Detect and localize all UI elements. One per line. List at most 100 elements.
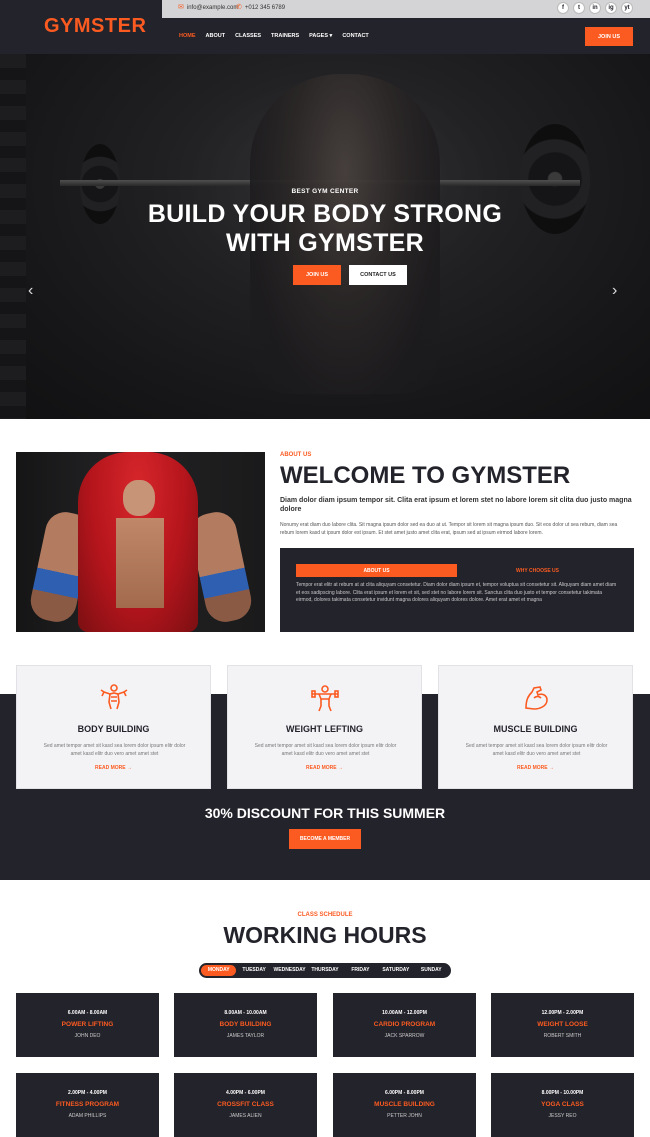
class-name[interactable]: BODY BUILDING <box>174 1021 317 1028</box>
service-description: Sed amet tempor amet sit kasd sea lorem … <box>465 743 608 757</box>
nav-classes[interactable]: CLASSES <box>235 33 261 39</box>
become-member-button[interactable]: BECOME A MEMBER <box>289 829 361 849</box>
youtube-icon[interactable]: yt <box>621 2 633 14</box>
service-card-body-building: BODY BUILDING Sed amet tempor amet sit k… <box>16 665 211 789</box>
about-image <box>16 452 265 632</box>
class-name[interactable]: FITNESS PROGRAM <box>16 1101 159 1108</box>
class-name[interactable]: POWER LIFTING <box>16 1021 159 1028</box>
email-text: info@example.com <box>186 4 239 11</box>
class-name[interactable]: MUSCLE BUILDING <box>333 1101 476 1108</box>
top-info-bar: ✉ info@example.com ✆ +012 345 6789 f t i… <box>162 0 650 18</box>
class-time: 8.00AM - 10.00AM <box>224 1010 267 1016</box>
class-card: 2.00PM - 4.00PM FITNESS PROGRAM ADAM PHI… <box>16 1073 159 1137</box>
phone-icon: ✆ <box>236 4 242 11</box>
hero-title-line1: BUILD YOUR BODY STRONG <box>147 200 503 228</box>
hero-title-line2: WITH GYMSTER <box>225 229 425 257</box>
logo-area: GYMSTER <box>0 0 162 54</box>
tab-monday[interactable]: MONDAY <box>201 965 237 976</box>
day-tabs: MONDAY TUESDAY WEDNESDAY THURSDAY FRIDAY… <box>199 963 451 978</box>
class-time: 2.00PM - 4.00PM <box>68 1090 107 1096</box>
class-card: 4.00PM - 6.00PM CROSSFIT CLASS JAMES ALI… <box>174 1073 317 1137</box>
class-time: 6.00AM - 8.00AM <box>67 1010 108 1016</box>
nav-pages-dropdown[interactable]: PAGES ▾ <box>309 33 332 39</box>
tab-saturday[interactable]: SATURDAY <box>378 965 413 976</box>
hero-carousel: ‹ › BEST GYM CENTER BUILD YOUR BODY STRO… <box>0 54 650 419</box>
class-time: 6.00PM - 8.00PM <box>385 1090 424 1096</box>
class-trainer: JAMES TAYLOR <box>226 1033 265 1039</box>
tab-wednesday[interactable]: WEDNESDAY <box>272 965 307 976</box>
about-tabs-panel: ABOUT US WHY CHOOSE US Tempor erat elitr… <box>280 548 634 632</box>
weight-lifting-icon <box>228 682 421 719</box>
tab-friday[interactable]: FRIDAY <box>343 965 378 976</box>
read-more-link[interactable]: READ MORE → <box>228 765 421 771</box>
envelope-icon: ✉ <box>178 4 184 11</box>
class-name[interactable]: CARDIO PROGRAM <box>333 1021 476 1028</box>
class-card: 6.00PM - 8.00PM MUSCLE BUILDING PETTER J… <box>333 1073 476 1137</box>
nav-home[interactable]: HOME <box>179 33 196 39</box>
class-time: 8.00PM - 10.00PM <box>541 1090 584 1096</box>
service-card-weight-lifting: WEIGHT LEFTING Sed amet tempor amet sit … <box>227 665 422 789</box>
service-description: Sed amet tempor amet sit kasd sea lorem … <box>254 743 397 757</box>
service-title: MUSCLE BUILDING <box>493 724 578 734</box>
class-trainer: ADAM PHILLIPS <box>68 1113 107 1119</box>
about-label: ABOUT US <box>280 452 312 458</box>
class-time: 4.00PM - 6.00PM <box>226 1090 265 1096</box>
instagram-icon[interactable]: ig <box>605 2 617 14</box>
hero-title: BUILD YOUR BODY STRONG WITH GYMSTER <box>0 200 650 258</box>
schedule-title: WORKING HOURS <box>223 922 427 948</box>
class-card: 8.00AM - 10.00AM BODY BUILDING JAMES TAY… <box>174 993 317 1057</box>
schedule-label: CLASS SCHEDULE <box>297 912 353 918</box>
tab-content-text: Tempor erat elitr at rebum at at clita a… <box>296 582 617 603</box>
about-title: WELCOME TO GYMSTER <box>280 462 571 489</box>
email-info[interactable]: ✉ info@example.com <box>178 4 238 11</box>
carousel-prev-icon[interactable]: ‹ <box>28 282 33 300</box>
class-trainer: PETTER JOHN <box>387 1113 422 1119</box>
class-trainer: JAMES ALIEN <box>229 1113 262 1119</box>
class-name[interactable]: YOGA CLASS <box>491 1101 634 1108</box>
service-title: BODY BUILDING <box>77 724 150 734</box>
tab-why-choose-us[interactable]: WHY CHOOSE US <box>457 564 618 577</box>
twitter-icon[interactable]: t <box>573 2 585 14</box>
body-building-icon <box>17 682 210 719</box>
tab-thursday[interactable]: THURSDAY <box>307 965 342 976</box>
social-links: f t in ig yt <box>557 2 633 14</box>
read-more-link[interactable]: READ MORE → <box>439 765 632 771</box>
class-time: 10.00AM - 12.00PM <box>382 1010 427 1016</box>
hero-join-button[interactable]: JOIN US <box>293 265 341 285</box>
join-us-button[interactable]: JOIN US <box>585 27 633 46</box>
class-name[interactable]: CROSSFIT CLASS <box>174 1101 317 1108</box>
read-more-link[interactable]: READ MORE → <box>17 765 210 771</box>
service-description: Sed amet tempor amet sit kasd sea lorem … <box>43 743 186 757</box>
muscle-arm-icon <box>439 682 632 719</box>
linkedin-icon[interactable]: in <box>589 2 601 14</box>
hero-contact-button[interactable]: CONTACT US <box>349 265 407 285</box>
class-name[interactable]: WEIGHT LOOSE <box>491 1021 634 1028</box>
class-card: 6.00AM - 8.00AM POWER LIFTING JOHN DEO <box>16 993 159 1057</box>
class-trainer: JOHN DEO <box>74 1033 101 1039</box>
about-lead-text: Diam dolor diam ipsum tempor sit. Clita … <box>280 497 632 513</box>
nav-about[interactable]: ABOUT <box>206 33 226 39</box>
tab-about-us[interactable]: ABOUT US <box>296 564 457 577</box>
phone-info[interactable]: ✆ +012 345 6789 <box>236 4 285 11</box>
nav-contact[interactable]: CONTACT <box>342 33 368 39</box>
class-card: 8.00PM - 10.00PM YOGA CLASS JESSY REO <box>491 1073 634 1137</box>
class-card: 12.00PM - 2.00PM WEIGHT LOOSE ROBERT SMI… <box>491 993 634 1057</box>
tab-tuesday[interactable]: TUESDAY <box>236 965 271 976</box>
carousel-next-icon[interactable]: › <box>612 282 617 300</box>
discount-title: 30% DISCOUNT FOR THIS SUMMER <box>204 805 446 821</box>
hero-subtitle: BEST GYM CENTER <box>291 188 359 195</box>
class-trainer: ROBERT SMITH <box>543 1033 582 1039</box>
service-card-muscle-building: MUSCLE BUILDING Sed amet tempor amet sit… <box>438 665 633 789</box>
main-nav: HOME ABOUT CLASSES TRAINERS PAGES ▾ CONT… <box>179 33 369 39</box>
class-card: 10.00AM - 12.00PM CARDIO PROGRAM JACK SP… <box>333 993 476 1057</box>
facebook-icon[interactable]: f <box>557 2 569 14</box>
class-trainer: JACK SPARROW <box>384 1033 425 1039</box>
site-logo[interactable]: GYMSTER <box>44 15 146 38</box>
class-time: 12.00PM - 2.00PM <box>541 1010 584 1016</box>
nav-trainers[interactable]: TRAINERS <box>271 33 299 39</box>
site-header: GYMSTER ✉ info@example.com ✆ +012 345 67… <box>0 0 650 54</box>
tab-sunday[interactable]: SUNDAY <box>414 965 449 976</box>
about-body-text: Nonumy erat diam duo labore clita. Sit m… <box>280 522 618 536</box>
class-trainer: JESSY REO <box>548 1113 577 1119</box>
phone-text: +012 345 6789 <box>244 4 286 11</box>
